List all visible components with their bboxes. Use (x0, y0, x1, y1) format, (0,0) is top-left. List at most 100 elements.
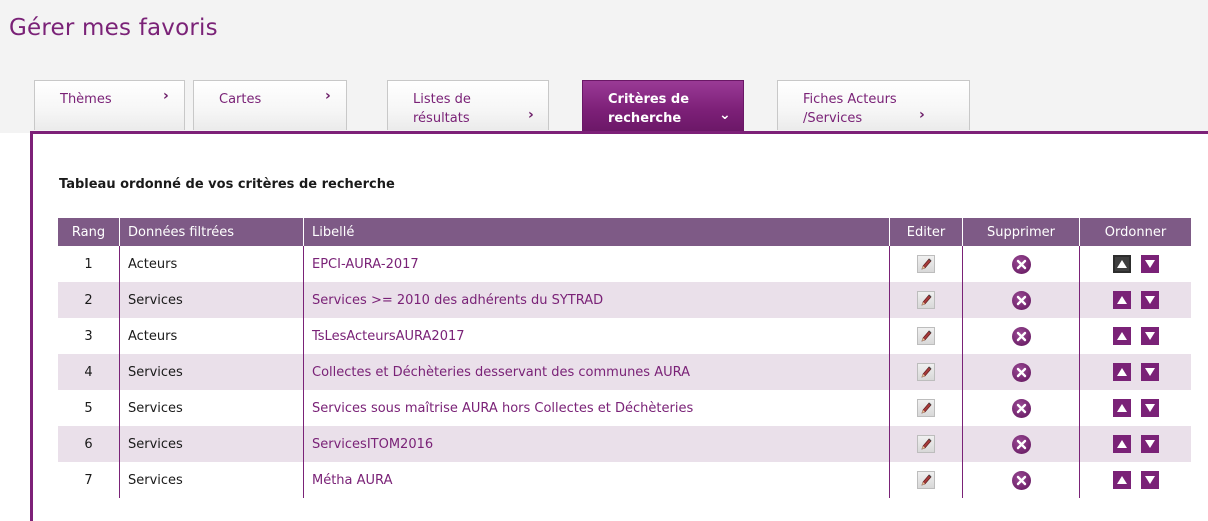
cell-ordonner (1079, 426, 1191, 462)
cell-editer (889, 390, 963, 426)
chevron-right-icon: › (325, 88, 331, 104)
tab-label-line: Fiches Acteurs (803, 92, 897, 107)
cell-rang: 2 (58, 282, 120, 318)
cell-libelle: ServicesITOM2016 (303, 426, 890, 462)
cell-rang: 5 (58, 390, 120, 426)
chevron-right-icon: › (163, 88, 169, 104)
delete-icon[interactable] (1011, 290, 1031, 310)
tab-label-line: /Services (803, 111, 863, 126)
cell-libelle: TsLesActeursAURA2017 (303, 318, 890, 354)
cell-libelle: Services sous maîtrise AURA hors Collect… (303, 390, 890, 426)
pencil-icon[interactable] (917, 255, 935, 273)
pencil-icon[interactable] (917, 363, 935, 381)
table-caption: Tableau ordonné de vos critères de reche… (59, 177, 395, 192)
criteria-link[interactable]: ServicesITOM2016 (312, 437, 433, 452)
tab-label-line: Thèmes (60, 92, 112, 107)
arrow-down-icon[interactable] (1140, 471, 1159, 489)
delete-icon[interactable] (1011, 326, 1031, 346)
tab-listes-resultats[interactable]: Listes de résultats › (387, 80, 549, 130)
cell-donnees: Acteurs (119, 246, 304, 282)
tab-label: Fiches Acteurs/Services (803, 90, 897, 128)
table-header-row: Rang Données filtrées Libellé Editer Sup… (58, 218, 1191, 246)
page-title: Gérer mes favoris (9, 15, 218, 41)
tab-label: Critères de recherche (608, 90, 689, 128)
criteria-table: Rang Données filtrées Libellé Editer Sup… (58, 218, 1191, 498)
cell-donnees: Services (119, 390, 304, 426)
arrow-down-icon[interactable] (1140, 399, 1159, 417)
tab-label-line: Listes de (413, 92, 471, 107)
table-row: 6 Services ServicesITOM2016 (58, 426, 1191, 462)
arrow-up-icon[interactable] (1112, 435, 1131, 453)
delete-icon[interactable] (1011, 362, 1031, 382)
arrow-down-icon[interactable] (1140, 291, 1159, 309)
arrow-down-icon[interactable] (1140, 327, 1159, 345)
cell-ordonner (1079, 318, 1191, 354)
table-row: 4 Services Collectes et Déchèteries desser… (58, 354, 1191, 390)
cell-supprimer (962, 426, 1080, 462)
cell-rang: 3 (58, 318, 120, 354)
arrow-up-icon[interactable] (1112, 399, 1131, 417)
table-row: 3 Acteurs TsLesActeursAURA2017 (58, 318, 1191, 354)
cell-ordonner (1079, 246, 1191, 282)
cell-donnees: Services (119, 426, 304, 462)
table-row: 5 Services Services sous maîtrise AURA hor… (58, 390, 1191, 426)
cell-ordonner (1079, 282, 1191, 318)
cell-editer (889, 426, 963, 462)
tab-fiches-acteurs-services[interactable]: Fiches Acteurs/Services › (777, 80, 970, 130)
tab-label: Thèmes (60, 90, 112, 109)
arrow-down-icon[interactable] (1140, 435, 1159, 453)
criteria-link[interactable]: Services >= 2010 des adhérents du SYTRAD (312, 293, 603, 308)
criteria-link[interactable]: Services sous maîtrise AURA hors Collect… (312, 401, 693, 416)
pencil-icon[interactable] (917, 327, 935, 345)
tab-themes[interactable]: Thèmes › (34, 80, 185, 130)
delete-icon[interactable] (1011, 254, 1031, 274)
criteria-link[interactable]: Collectes et Déchèteries desservant des … (312, 365, 690, 380)
tab-label: Listes de résultats (413, 90, 471, 128)
cell-editer (889, 354, 963, 390)
arrow-up-icon[interactable] (1112, 471, 1131, 489)
arrow-up-icon[interactable] (1112, 327, 1131, 345)
criteria-link[interactable]: Métha AURA (312, 473, 392, 488)
cell-supprimer (962, 354, 1080, 390)
pencil-icon[interactable] (917, 399, 935, 417)
cell-editer (889, 462, 963, 498)
cell-ordonner (1079, 462, 1191, 498)
cell-supprimer (962, 282, 1080, 318)
pencil-icon[interactable] (917, 291, 935, 309)
arrow-down-icon[interactable] (1140, 255, 1159, 273)
tab-cartes[interactable]: Cartes › (193, 80, 347, 130)
pencil-icon[interactable] (917, 435, 935, 453)
cell-supprimer (962, 390, 1080, 426)
col-libelle: Libellé (303, 218, 890, 246)
col-rang: Rang (58, 218, 120, 246)
cell-editer (889, 246, 963, 282)
tab-criteres-recherche[interactable]: Critères de recherche ⌄ (582, 80, 744, 133)
arrow-up-icon[interactable] (1112, 291, 1131, 309)
delete-icon[interactable] (1011, 398, 1031, 418)
criteria-link[interactable]: TsLesActeursAURA2017 (312, 329, 465, 344)
chevron-right-icon: › (919, 107, 925, 123)
arrow-up-icon[interactable] (1112, 363, 1131, 381)
col-donnees: Données filtrées (119, 218, 304, 246)
delete-icon[interactable] (1011, 434, 1031, 454)
cell-rang: 4 (58, 354, 120, 390)
cell-donnees: Services (119, 462, 304, 498)
cell-rang: 1 (58, 246, 120, 282)
cell-editer (889, 318, 963, 354)
col-ordonner: Ordonner (1079, 218, 1191, 246)
criteria-link[interactable]: EPCI-AURA-2017 (312, 257, 419, 272)
tab-label: Cartes (219, 90, 261, 109)
cell-rang: 6 (58, 426, 120, 462)
table-row: 1 Acteurs EPCI-AURA-2017 (58, 246, 1191, 282)
cell-donnees: Services (119, 282, 304, 318)
col-editer: Editer (889, 218, 963, 246)
arrow-up-icon[interactable] (1112, 255, 1131, 273)
cell-donnees: Services (119, 354, 304, 390)
pencil-icon[interactable] (917, 471, 935, 489)
chevron-down-icon: ⌄ (719, 107, 731, 123)
arrow-down-icon[interactable] (1140, 363, 1159, 381)
cell-supprimer (962, 246, 1080, 282)
tab-label-line: recherche (608, 111, 682, 126)
tab-label-line: Cartes (219, 92, 262, 107)
delete-icon[interactable] (1011, 470, 1031, 490)
